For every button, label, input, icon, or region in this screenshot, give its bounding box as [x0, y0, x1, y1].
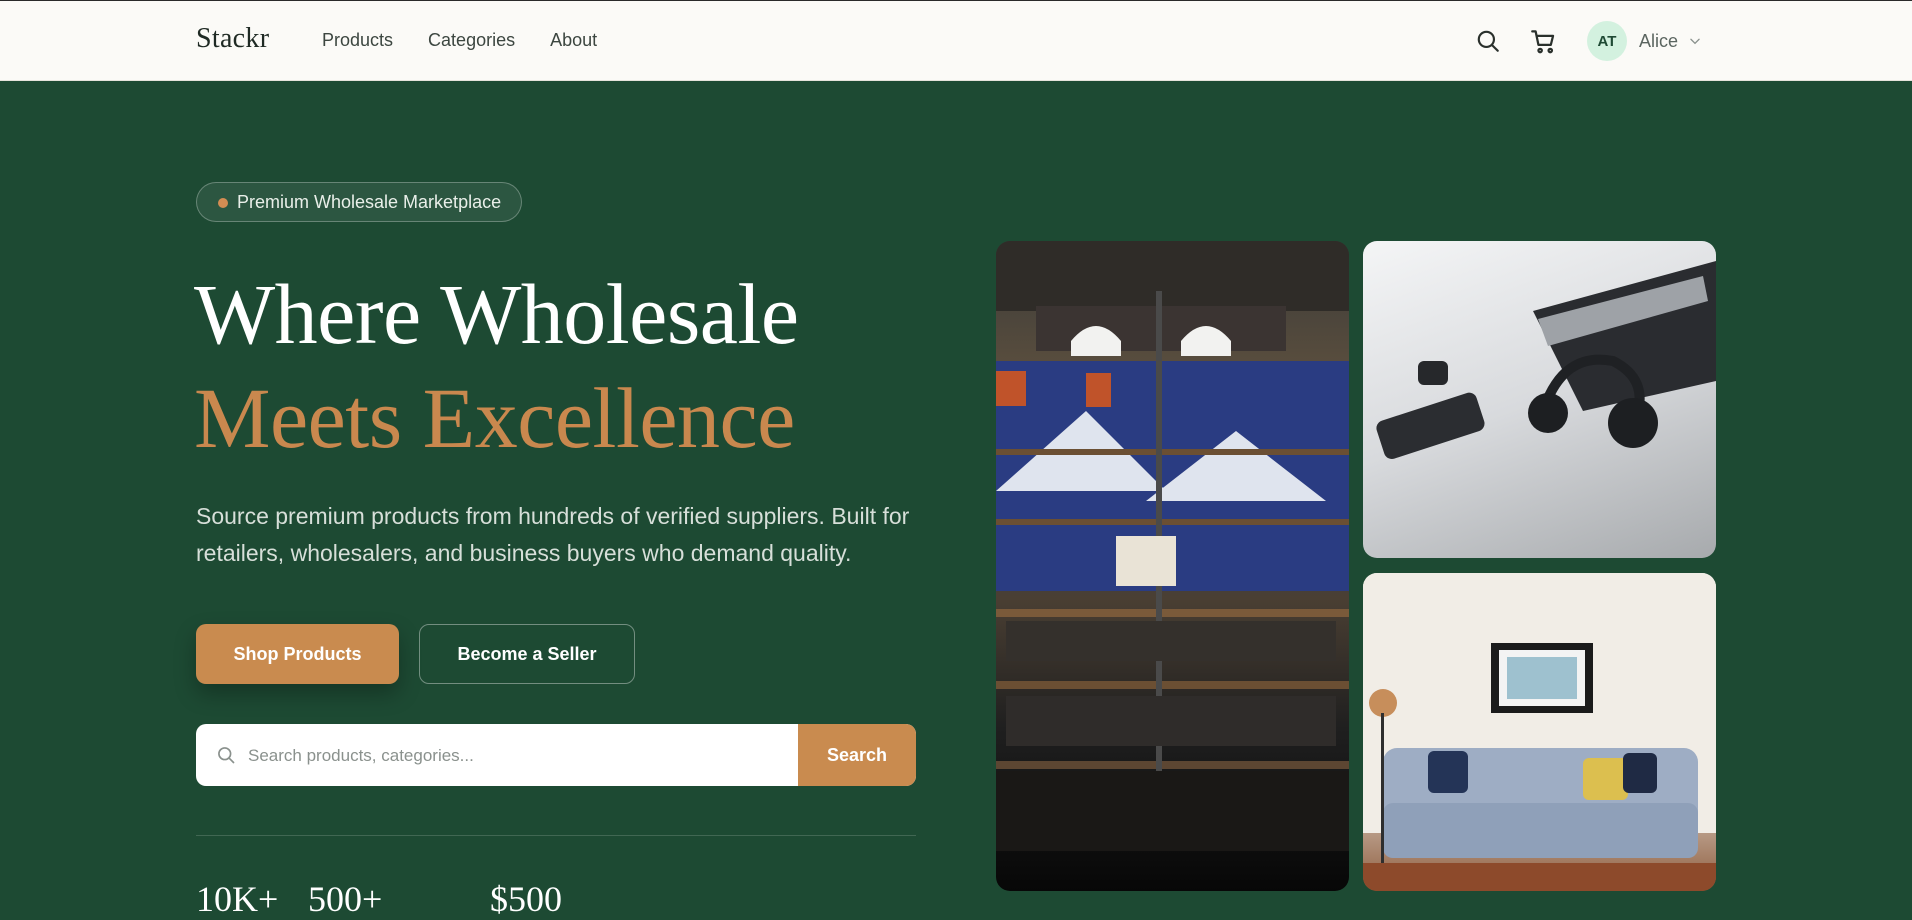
- user-menu[interactable]: AT Alice: [1586, 21, 1702, 61]
- nav-link-about[interactable]: About: [550, 30, 597, 51]
- sofa-illustration: [1363, 573, 1716, 891]
- hero-search: Search: [196, 724, 916, 786]
- become-seller-button[interactable]: Become a Seller: [419, 624, 635, 684]
- user-name: Alice: [1638, 30, 1678, 51]
- badge-label: Premium Wholesale Marketplace: [237, 192, 502, 212]
- nav-actions: AT Alice: [1467, 20, 1702, 62]
- hero-badge: Premium Wholesale Marketplace: [196, 182, 523, 222]
- stat-value-minimum: $500: [490, 879, 562, 919]
- search-button[interactable]: [1467, 20, 1509, 62]
- shop-products-button[interactable]: Shop Products: [196, 624, 399, 684]
- main-nav: Products Categories About: [322, 30, 597, 51]
- cart-button[interactable]: [1523, 20, 1565, 62]
- tech-illustration: [1376, 261, 1716, 460]
- cart-icon: [1531, 29, 1555, 53]
- search-field-icon: [216, 745, 236, 770]
- search-submit-button[interactable]: Search: [798, 724, 916, 786]
- nav-link-categories[interactable]: Categories: [428, 30, 515, 51]
- hero-title-line1: Where Wholesale: [194, 266, 799, 362]
- site-logo[interactable]: Stackr: [196, 23, 269, 55]
- hero-description: Source premium products from hundreds of…: [196, 503, 910, 566]
- living-room-image: [1363, 573, 1716, 891]
- search-icon: [218, 747, 235, 764]
- search-input[interactable]: [246, 724, 790, 786]
- avatar: AT: [1586, 21, 1627, 61]
- stat-value-suppliers: 500+: [308, 879, 383, 919]
- nav-link-products[interactable]: Products: [322, 30, 393, 51]
- stat-value-products: 10K+: [196, 879, 279, 919]
- hero-title-line2: Meets Excellence: [194, 370, 795, 466]
- stats-divider: [196, 835, 916, 836]
- chevron-down-icon: [1690, 38, 1700, 45]
- badge-dot-icon: [218, 198, 228, 208]
- tech-products-image: [1363, 241, 1716, 558]
- store-interior-image: [996, 241, 1349, 891]
- store-illustration: [996, 241, 1349, 851]
- top-navbar: Stackr Products Categories About AT Alic…: [0, 0, 1912, 81]
- search-icon: [1477, 30, 1499, 52]
